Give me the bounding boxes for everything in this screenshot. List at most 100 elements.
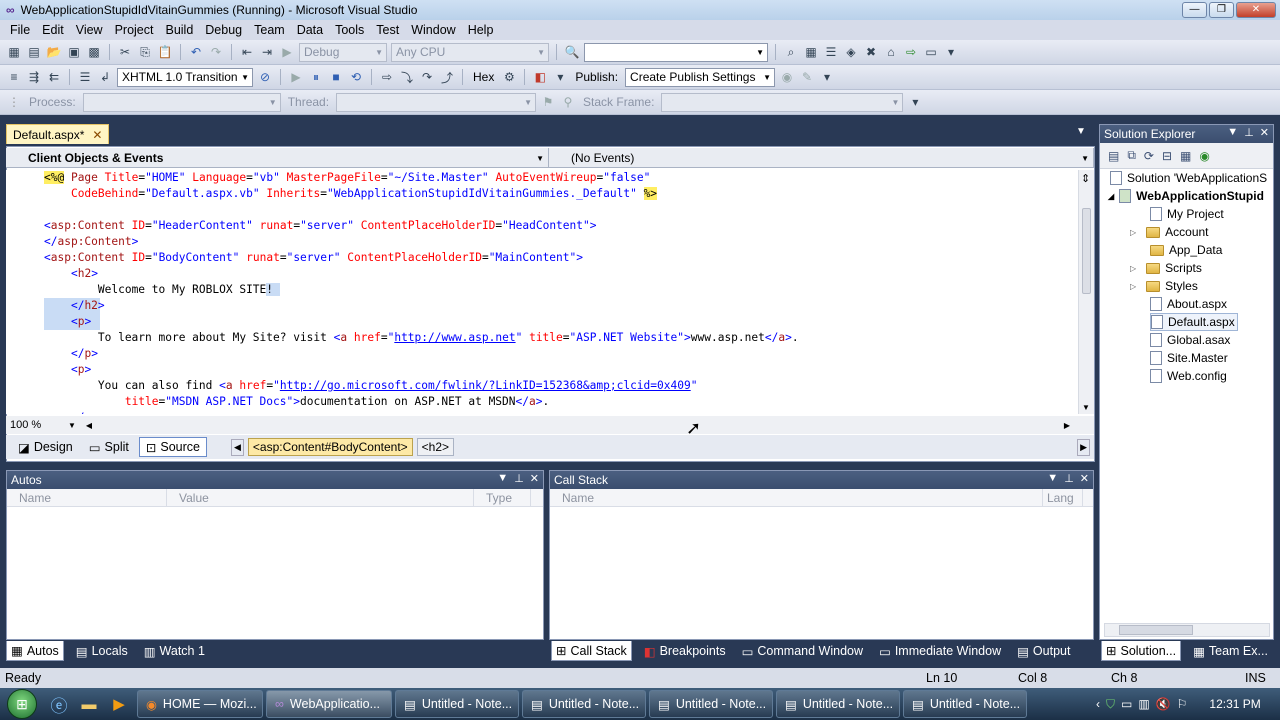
scroll-thumb[interactable] bbox=[1119, 625, 1193, 635]
tab-locals[interactable]: ▤ Locals bbox=[72, 641, 132, 661]
pin-icon[interactable]: ⊥ bbox=[1064, 472, 1074, 485]
filter-icon[interactable]: ⚲ bbox=[560, 94, 576, 110]
solution-horizontal-scrollbar[interactable] bbox=[1104, 623, 1270, 637]
view-code-icon[interactable]: ⊟ bbox=[1162, 149, 1172, 163]
tree-item-default-aspx[interactable]: Default.aspx bbox=[1150, 313, 1238, 331]
flag-threads-icon[interactable]: ⚑ bbox=[540, 94, 556, 110]
editor-vertical-scrollbar[interactable]: ⇕ ▼ bbox=[1078, 170, 1094, 414]
close-panel-icon[interactable]: ✕ bbox=[1080, 472, 1089, 485]
redo-icon[interactable]: ↷ bbox=[208, 44, 224, 60]
comment-icon[interactable]: ☰ bbox=[77, 69, 93, 85]
pin-icon[interactable]: ⊥ bbox=[514, 472, 524, 485]
stack-frame-select[interactable]: ▼ bbox=[661, 92, 904, 112]
zoom-dropdown-icon[interactable]: ▼ bbox=[68, 421, 76, 430]
tree-item-solution[interactable]: Solution 'WebApplicationS bbox=[1110, 169, 1267, 187]
thread-select[interactable]: ▼ bbox=[336, 92, 537, 112]
find-icon[interactable]: 🔍 bbox=[564, 44, 580, 60]
events-select[interactable]: (No Events) ▼ bbox=[549, 148, 1094, 168]
tab-watch-1[interactable]: ▥ Watch 1 bbox=[140, 641, 209, 661]
break-all-icon[interactable]: ⏸ bbox=[308, 69, 324, 85]
tree-item-account[interactable]: ▷ Account bbox=[1130, 223, 1209, 241]
navigate-back-icon[interactable]: ⇤ bbox=[239, 44, 255, 60]
restart-icon[interactable]: ⟲ bbox=[348, 69, 364, 85]
indent-icon[interactable]: ⇶ bbox=[26, 69, 42, 85]
tab-output[interactable]: ▤ Output bbox=[1013, 641, 1074, 661]
tab-default-aspx[interactable]: Default.aspx* ✕ bbox=[6, 124, 110, 144]
menu-edit[interactable]: Edit bbox=[36, 23, 70, 37]
tab-solution-explorer[interactable]: ⊞ Solution... bbox=[1101, 641, 1182, 661]
properties-icon[interactable]: ☰ bbox=[823, 44, 839, 60]
tab-immediate-window[interactable]: ▭ Immediate Window bbox=[875, 641, 1005, 661]
menu-tools[interactable]: Tools bbox=[329, 23, 370, 37]
tree-item-app-data[interactable]: App_Data bbox=[1150, 241, 1222, 259]
publish-web-icon[interactable]: ◉ bbox=[779, 69, 795, 85]
find-in-files-icon[interactable]: ⌕ bbox=[783, 44, 799, 60]
publish-profile-select[interactable]: Create Publish Settings ▼ bbox=[625, 67, 776, 87]
tab-autos[interactable]: ▦ Autos bbox=[6, 641, 64, 661]
taskbar-notepad[interactable]: ▤ Untitled - Note... bbox=[776, 690, 900, 718]
taskbar-notepad[interactable]: ▤ Untitled - Note... bbox=[649, 690, 773, 718]
collapse-icon[interactable]: ◢ bbox=[1108, 192, 1114, 201]
show-hidden-icons-icon[interactable]: ‹ bbox=[1096, 697, 1100, 711]
toolbox-icon[interactable]: ✖ bbox=[863, 44, 879, 60]
scroll-down-icon[interactable]: ▼ bbox=[1082, 403, 1090, 412]
expand-icon[interactable]: ▷ bbox=[1130, 282, 1136, 291]
design-view-button[interactable]: ◪ Design bbox=[12, 437, 79, 457]
source-view-button[interactable]: ⊡ Source bbox=[138, 437, 207, 457]
show-all-files-icon[interactable]: ⧉ bbox=[1127, 148, 1136, 163]
menu-window[interactable]: Window bbox=[405, 23, 461, 37]
keyboard-icon[interactable]: ▭ bbox=[1121, 697, 1132, 711]
active-files-dropdown-icon[interactable]: ▼ bbox=[1076, 126, 1086, 137]
expand-icon[interactable]: ▷ bbox=[1130, 228, 1136, 237]
outdent-icon[interactable]: ⇇ bbox=[46, 69, 62, 85]
scroll-thumb[interactable] bbox=[1082, 208, 1091, 294]
start-page-icon[interactable]: ⌂ bbox=[883, 44, 899, 60]
menu-data[interactable]: Data bbox=[291, 23, 329, 37]
publish-settings-icon[interactable]: ✎ bbox=[799, 69, 815, 85]
tab-call-stack[interactable]: ⊞ Call Stack bbox=[551, 641, 632, 661]
command-window-icon[interactable]: ▭ bbox=[923, 44, 939, 60]
tree-item-project[interactable]: ◢ WebApplicationStupid bbox=[1108, 187, 1264, 205]
solution-explorer-icon[interactable]: ▦ bbox=[803, 44, 819, 60]
menu-team[interactable]: Team bbox=[248, 23, 291, 37]
action-center-icon[interactable]: ⚐ bbox=[1177, 697, 1188, 711]
stop-debugging-icon[interactable]: ■ bbox=[328, 69, 344, 85]
minimize-button[interactable]: — bbox=[1182, 2, 1207, 18]
window-position-icon[interactable]: ▼ bbox=[497, 472, 508, 485]
window-position-icon[interactable]: ▼ bbox=[1047, 472, 1058, 485]
network-icon[interactable]: ▥ bbox=[1138, 697, 1149, 711]
menu-file[interactable]: File bbox=[4, 23, 36, 37]
tab-command-window[interactable]: ▭ Command Window bbox=[738, 641, 867, 661]
scroll-right-icon[interactable]: ▶ bbox=[1064, 421, 1070, 430]
step-into-icon[interactable]: ⤵ bbox=[399, 69, 415, 85]
paste-icon[interactable]: 📋 bbox=[157, 44, 173, 60]
object-browser-icon[interactable]: ◈ bbox=[843, 44, 859, 60]
taskbar-visual-studio[interactable]: ∞ WebApplicatio... bbox=[266, 690, 392, 718]
tab-breakpoints[interactable]: ◧ Breakpoints bbox=[640, 641, 730, 661]
refresh-icon[interactable]: ⟳ bbox=[1144, 149, 1154, 163]
split-icon[interactable]: ⇕ bbox=[1081, 172, 1090, 185]
validation-schema-select[interactable]: XHTML 1.0 Transition ▼ bbox=[117, 67, 253, 87]
step-out-icon[interactable]: ⤴ bbox=[439, 69, 455, 85]
menu-debug[interactable]: Debug bbox=[199, 23, 248, 37]
maximize-button[interactable]: ❐ bbox=[1209, 2, 1234, 18]
code-editor[interactable]: <%@ Page Title="HOME" Language="vb" Mast… bbox=[6, 170, 1078, 414]
process-select[interactable]: ▼ bbox=[82, 92, 281, 112]
open-file-icon[interactable]: 📂 bbox=[46, 44, 62, 60]
toolbar-options-icon[interactable]: ▾ bbox=[907, 94, 923, 110]
window-position-icon[interactable]: ▼ bbox=[1227, 126, 1238, 139]
add-item-icon[interactable]: ▤ bbox=[26, 44, 42, 60]
tree-item-site-master[interactable]: Site.Master bbox=[1150, 349, 1228, 367]
check-accessibility-icon[interactable]: ⊘ bbox=[257, 69, 273, 85]
crumb-h2[interactable]: <h2> bbox=[416, 438, 455, 456]
toolbar-options-icon[interactable]: ▾ bbox=[819, 69, 835, 85]
menu-help[interactable]: Help bbox=[462, 23, 500, 37]
split-view-button[interactable]: ▭ Split bbox=[83, 437, 135, 457]
expand-icon[interactable]: ▷ bbox=[1130, 264, 1136, 273]
tree-item-my-project[interactable]: My Project bbox=[1150, 205, 1224, 223]
security-icon[interactable]: ⛉ bbox=[1106, 697, 1115, 712]
show-threads-icon[interactable]: ⚙ bbox=[501, 69, 517, 85]
crumb-asp-content[interactable]: <asp:Content#BodyContent> bbox=[247, 438, 413, 456]
copy-icon[interactable]: ⎘ bbox=[137, 44, 153, 60]
continue-icon[interactable]: ▶ bbox=[288, 69, 304, 85]
